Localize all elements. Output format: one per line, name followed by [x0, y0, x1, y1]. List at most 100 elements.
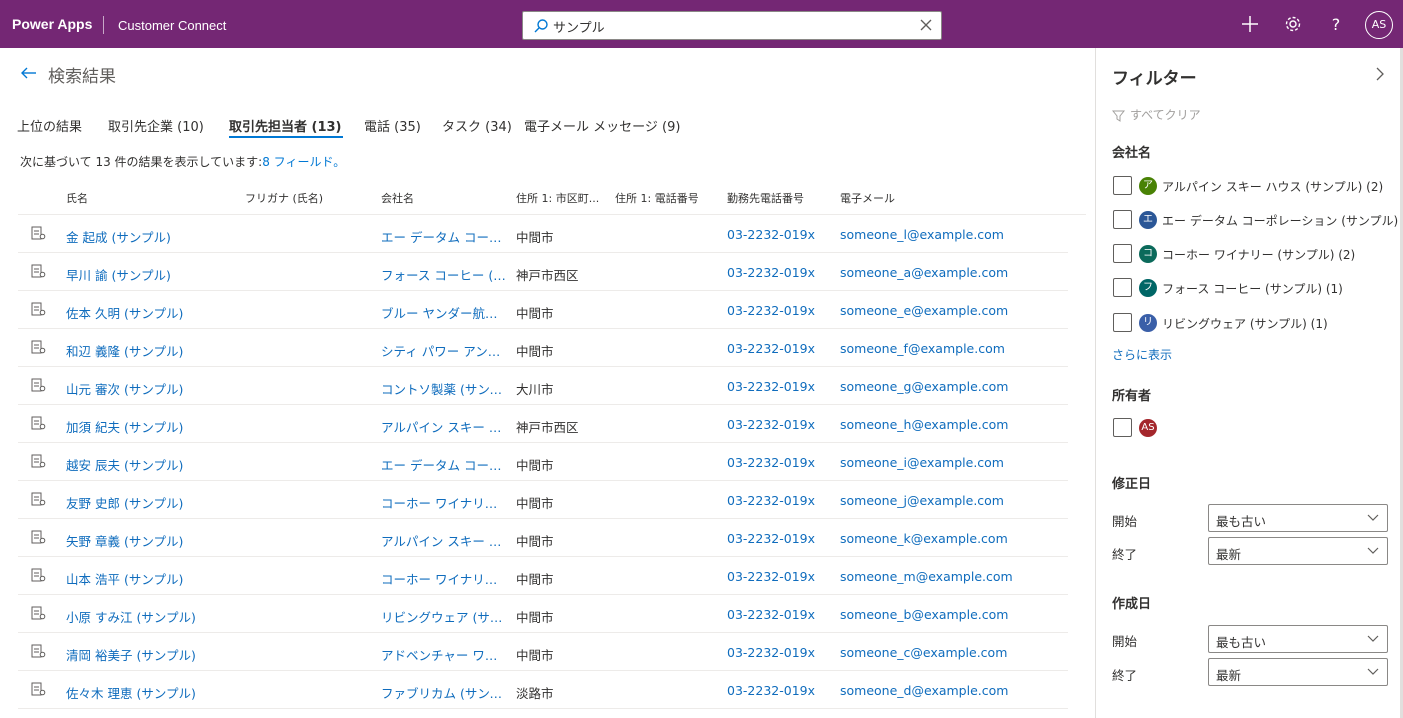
column-header-company[interactable]: 会社名 [381, 190, 414, 206]
plus-icon[interactable] [1240, 14, 1260, 34]
tab-top-results[interactable]: 上位の結果 [17, 116, 82, 135]
result-fields-link[interactable]: 8 フィールド。 [262, 155, 345, 169]
table-row[interactable]: 佐々木 理恵 (サンプル) ファブリカム (サンプル) 淡路市 03-2232-019… [18, 671, 1068, 709]
company-link[interactable]: コーホー ワイナリー (... [381, 569, 509, 588]
table-row[interactable]: 越安 辰夫 (サンプル) エー データム コーポレ... 中間市 03-2232-01… [18, 443, 1068, 481]
business-phone-link[interactable]: 03-2232-019x [727, 645, 827, 660]
tab-phone-calls[interactable]: 電話 (35) [364, 116, 421, 135]
email-link[interactable]: someone_a@example.com [840, 265, 1040, 280]
company-checkbox[interactable] [1113, 176, 1132, 195]
clear-all-filters[interactable]: すべてクリア [1111, 106, 1201, 123]
modified-end-dropdown[interactable]: 最新 [1208, 537, 1388, 565]
contact-name-link[interactable]: 友野 史郎 (サンプル) [66, 493, 236, 512]
owner-checkbox[interactable] [1113, 418, 1132, 437]
email-link[interactable]: someone_k@example.com [840, 531, 1040, 546]
business-phone-link[interactable]: 03-2232-019x [727, 607, 827, 622]
table-row[interactable]: 友野 史郎 (サンプル) コーホー ワイナリー (... 中間市 03-2232-01… [18, 481, 1068, 519]
table-row[interactable]: 早川 諭 (サンプル) フォース コーヒー (サン... 神戸市西区 03-2232-… [18, 253, 1068, 291]
table-row[interactable]: 清岡 裕美子 (サンプル) アドベンチャー ワーク... 中間市 03-2232-01… [18, 633, 1068, 671]
business-phone-link[interactable]: 03-2232-019x [727, 455, 827, 470]
contact-name-link[interactable]: 小原 すみ江 (サンプル) [66, 607, 236, 626]
modified-start-dropdown[interactable]: 最も古い [1208, 504, 1388, 532]
email-link[interactable]: someone_g@example.com [840, 379, 1040, 394]
tab-accounts[interactable]: 取引先企業 (10) [108, 116, 204, 135]
company-checkbox[interactable] [1113, 313, 1132, 332]
business-phone-link[interactable]: 03-2232-019x [727, 379, 827, 394]
email-link[interactable]: someone_d@example.com [840, 683, 1040, 698]
company-link[interactable]: ファブリカム (サンプル) [381, 683, 509, 702]
contact-name-link[interactable]: 山元 審次 (サンプル) [66, 379, 236, 398]
table-row[interactable]: 加須 紀夫 (サンプル) アルパイン スキー ハ... 神戸市西区 03-2232-0… [18, 405, 1068, 443]
company-link[interactable]: エー データム コーポレ... [381, 455, 509, 474]
app-name[interactable]: Power Apps [12, 16, 92, 32]
avatar[interactable]: AS [1365, 11, 1393, 39]
business-phone-link[interactable]: 03-2232-019x [727, 303, 827, 318]
contact-name-link[interactable]: 山本 浩平 (サンプル) [66, 569, 236, 588]
created-start-dropdown[interactable]: 最も古い [1208, 625, 1388, 653]
column-header-furigana[interactable]: フリガナ (氏名) [245, 190, 323, 206]
contact-name-link[interactable]: 加須 紀夫 (サンプル) [66, 417, 236, 436]
company-checkbox[interactable] [1113, 210, 1132, 229]
help-icon[interactable]: ? [1326, 14, 1346, 34]
email-link[interactable]: someone_c@example.com [840, 645, 1040, 660]
tab-email-messages[interactable]: 電子メール メッセージ (9) [524, 116, 680, 135]
company-link[interactable]: ブルー ヤンダー航空 ... [381, 303, 509, 322]
chevron-right-icon[interactable] [1374, 67, 1386, 81]
company-link[interactable]: コーホー ワイナリー (... [381, 493, 509, 512]
contact-name-link[interactable]: 矢野 章義 (サンプル) [66, 531, 236, 550]
company-checkbox[interactable] [1113, 244, 1132, 263]
table-row[interactable]: 矢野 章義 (サンプル) アルパイン スキー ハ... 中間市 03-2232-019… [18, 519, 1068, 557]
table-row[interactable]: 山元 審次 (サンプル) コントソ製薬 (サンプ... 大川市 03-2232-019… [18, 367, 1068, 405]
contact-name-link[interactable]: 佐々木 理恵 (サンプル) [66, 683, 236, 702]
email-link[interactable]: someone_f@example.com [840, 341, 1040, 356]
company-link[interactable]: アルパイン スキー ハ... [381, 531, 509, 550]
company-link[interactable]: アルパイン スキー ハ... [381, 417, 509, 436]
business-phone-link[interactable]: 03-2232-019x [727, 493, 827, 508]
column-header-business-phone[interactable]: 勤務先電話番号 [727, 190, 804, 206]
business-phone-link[interactable]: 03-2232-019x [727, 417, 827, 432]
company-link[interactable]: エー データム コーポレ... [381, 227, 509, 246]
contact-name-link[interactable]: 清岡 裕美子 (サンプル) [66, 645, 236, 664]
column-header-email[interactable]: 電子メール [840, 190, 895, 206]
email-link[interactable]: someone_e@example.com [840, 303, 1040, 318]
environment-name[interactable]: Customer Connect [118, 18, 226, 33]
table-row[interactable]: 佐本 久明 (サンプル) ブルー ヤンダー航空 ... 中間市 03-2232-019… [18, 291, 1068, 329]
business-phone-link[interactable]: 03-2232-019x [727, 227, 827, 242]
company-link[interactable]: リビングウェア (サン... [381, 607, 509, 626]
business-phone-link[interactable]: 03-2232-019x [727, 265, 827, 280]
email-link[interactable]: someone_j@example.com [840, 493, 1040, 508]
global-search-box[interactable] [522, 11, 942, 40]
table-row[interactable]: 山本 浩平 (サンプル) コーホー ワイナリー (... 中間市 03-2232-01… [18, 557, 1068, 595]
business-phone-link[interactable]: 03-2232-019x [727, 569, 827, 584]
show-more-link[interactable]: さらに表示 [1112, 346, 1172, 363]
table-row[interactable]: 和辺 義隆 (サンプル) シティ パワー アンド ... 中間市 03-2232-01… [18, 329, 1068, 367]
email-link[interactable]: someone_h@example.com [840, 417, 1040, 432]
created-end-dropdown[interactable]: 最新 [1208, 658, 1388, 686]
business-phone-link[interactable]: 03-2232-019x [727, 683, 827, 698]
back-arrow-icon[interactable] [20, 66, 38, 80]
company-link[interactable]: フォース コーヒー (サン... [381, 265, 509, 284]
table-row[interactable]: 小原 すみ江 (サンプル) リビングウェア (サン... 中間市 03-2232-01… [18, 595, 1068, 633]
gear-icon[interactable] [1283, 14, 1303, 34]
email-link[interactable]: someone_i@example.com [840, 455, 1040, 470]
business-phone-link[interactable]: 03-2232-019x [727, 531, 827, 546]
tab-contacts[interactable]: 取引先担当者 (13) [229, 116, 342, 135]
email-link[interactable]: someone_m@example.com [840, 569, 1040, 584]
business-phone-link[interactable]: 03-2232-019x [727, 341, 827, 356]
contact-name-link[interactable]: 早川 諭 (サンプル) [66, 265, 236, 284]
company-link[interactable]: シティ パワー アンド ... [381, 341, 509, 360]
contact-name-link[interactable]: 佐本 久明 (サンプル) [66, 303, 236, 322]
company-checkbox[interactable] [1113, 278, 1132, 297]
company-link[interactable]: アドベンチャー ワーク... [381, 645, 509, 664]
column-header-name[interactable]: 氏名 [66, 190, 88, 206]
tab-tasks[interactable]: タスク (34) [442, 116, 512, 135]
company-link[interactable]: コントソ製薬 (サンプ... [381, 379, 509, 398]
column-header-address-phone[interactable]: 住所 1: 電話番号 [615, 190, 699, 206]
clear-search-icon[interactable] [919, 18, 933, 32]
table-row[interactable]: 金 起成 (サンプル) エー データム コーポレ... 中間市 03-2232-019… [18, 215, 1068, 253]
search-input[interactable] [553, 15, 903, 37]
email-link[interactable]: someone_b@example.com [840, 607, 1040, 622]
column-header-city[interactable]: 住所 1: 市区町... [516, 190, 599, 206]
contact-name-link[interactable]: 和辺 義隆 (サンプル) [66, 341, 236, 360]
contact-name-link[interactable]: 金 起成 (サンプル) [66, 227, 236, 246]
